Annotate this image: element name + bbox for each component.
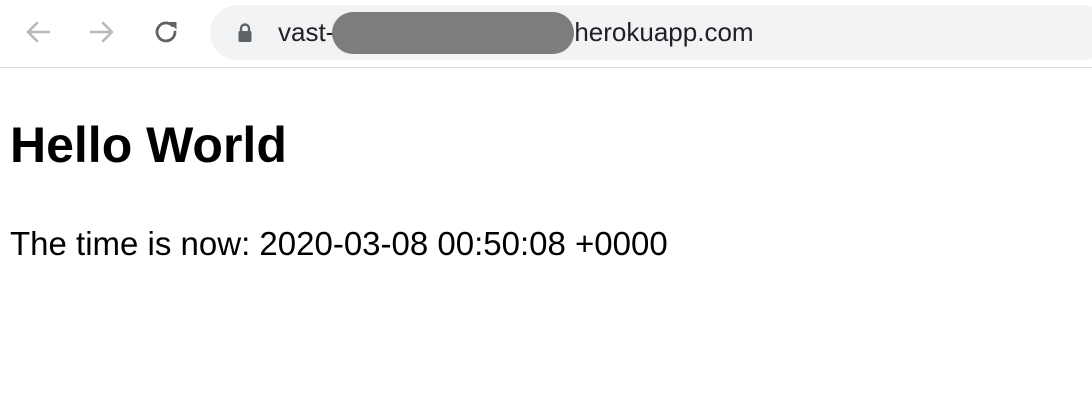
arrow-left-icon: [26, 21, 51, 43]
page-title: Hello World: [10, 117, 287, 173]
time-value: 2020-03-08 00:50:08 +0000: [259, 225, 668, 262]
url-redaction: [332, 11, 575, 54]
browser-toolbar: vast-herokuapp.com: [0, 0, 1092, 68]
back-button[interactable]: [20, 14, 56, 50]
reload-button[interactable]: [148, 14, 184, 50]
address-bar[interactable]: vast-herokuapp.com: [210, 5, 1092, 60]
url-prefix: vast-: [278, 17, 335, 47]
url-text[interactable]: vast-herokuapp.com: [278, 5, 754, 60]
reload-icon: [155, 21, 177, 43]
time-text: The time is now: 2020-03-08 00:50:08 +00…: [10, 224, 668, 264]
time-label: The time is now:: [10, 225, 251, 262]
url-suffix: herokuapp.com: [574, 17, 754, 47]
lock-icon[interactable]: [236, 22, 254, 44]
forward-button[interactable]: [84, 14, 120, 50]
arrow-right-icon: [89, 21, 114, 43]
